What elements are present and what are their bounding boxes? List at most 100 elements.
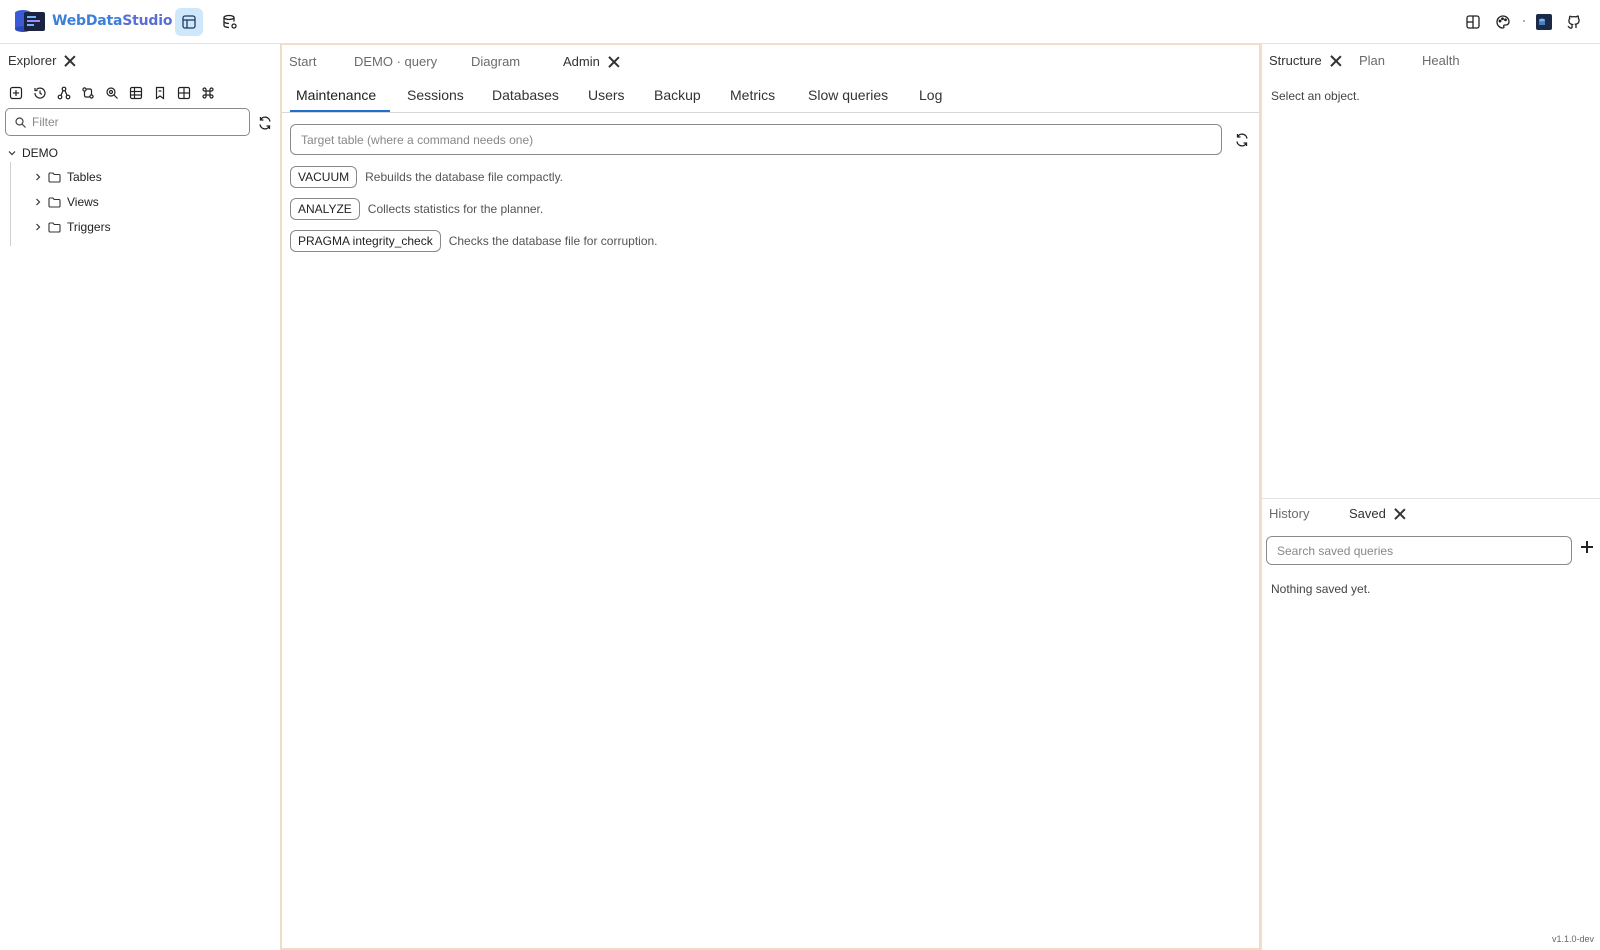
tree-item-label: Triggers	[67, 220, 111, 234]
add-icon[interactable]	[1580, 540, 1594, 554]
subtab-maintenance[interactable]: Maintenance	[296, 87, 376, 103]
saved-search-placeholder: Search saved queries	[1277, 543, 1394, 558]
tree-item-tables[interactable]: Tables	[34, 170, 102, 184]
tab-history[interactable]: History	[1269, 506, 1309, 521]
tree-item-label: Tables	[67, 170, 102, 184]
layout-button[interactable]	[1459, 8, 1487, 36]
version-label: v1.1.0-dev	[1551, 934, 1594, 944]
tab-admin[interactable]: Admin	[563, 54, 620, 69]
tab-label: Diagram	[471, 54, 521, 69]
tab-label: Saved	[1349, 506, 1386, 521]
new-connection-icon[interactable]	[8, 85, 24, 101]
tab-structure[interactable]: Structure	[1269, 53, 1342, 68]
active-tab-indicator	[290, 110, 390, 112]
tree-guide-line	[10, 162, 11, 246]
settings-search-icon[interactable]	[104, 85, 120, 101]
explorer-toolbar	[8, 85, 216, 101]
bookmark-icon[interactable]	[152, 85, 168, 101]
logo-icon	[15, 10, 45, 32]
tab-health[interactable]: Health	[1422, 53, 1460, 68]
chevron-right-icon	[36, 223, 41, 231]
analyze-button[interactable]: ANALYZE	[290, 198, 360, 220]
tab-label: Health	[1422, 53, 1460, 68]
tab-label: Start	[289, 54, 317, 69]
close-icon[interactable]	[64, 55, 76, 67]
database-settings-button[interactable]	[216, 8, 244, 36]
workspace-toggle-button[interactable]	[175, 8, 203, 36]
top-bar: WebDataStudio	[0, 0, 1600, 44]
diagram-icon[interactable]	[56, 85, 72, 101]
command-description: Rebuilds the database file compactly.	[365, 170, 564, 184]
right-panel: Structure Plan Health Select an object. …	[1261, 44, 1600, 950]
tree-root-demo[interactable]: DEMO	[8, 146, 58, 160]
search-icon	[15, 117, 26, 128]
table-icon[interactable]	[128, 85, 144, 101]
github-button[interactable]	[1560, 8, 1588, 36]
tab-start[interactable]: Start	[289, 54, 316, 69]
chevron-right-icon	[36, 173, 41, 181]
tab-diagram[interactable]: Diagram	[471, 54, 520, 69]
close-icon[interactable]	[608, 56, 620, 68]
tab-label: DEMO · query	[354, 54, 438, 69]
github-icon	[1567, 15, 1580, 29]
app-avatar-button[interactable]	[1530, 8, 1558, 36]
subtab-log[interactable]: Log	[919, 87, 942, 103]
admin-sub-tabs: Maintenance Sessions Databases Users Bac…	[282, 81, 1259, 113]
theme-button[interactable]	[1489, 8, 1517, 36]
explorer-title: Explorer	[8, 53, 57, 68]
command-description: Checks the database file for corruption.	[448, 234, 658, 248]
subtab-slow-queries[interactable]: Slow queries	[808, 87, 888, 103]
explorer-panel: Explorer Filter DEMO Tables Views Trigge…	[0, 44, 280, 950]
tree-item-views[interactable]: Views	[34, 195, 99, 209]
folder-icon	[48, 196, 61, 208]
vacuum-button[interactable]: VACUUM	[290, 166, 358, 188]
command-row: VACUUM Rebuilds the database file compac…	[290, 166, 563, 188]
explorer-tab[interactable]: Explorer	[8, 53, 76, 68]
folder-icon	[48, 171, 61, 183]
subtab-backup[interactable]: Backup	[654, 87, 701, 103]
tree-root-label: DEMO	[22, 146, 58, 160]
app-name-part1: WebData	[52, 13, 123, 29]
integrity-check-button[interactable]: PRAGMA integrity_check	[290, 230, 441, 252]
tab-saved[interactable]: Saved	[1349, 506, 1406, 521]
target-placeholder: Target table (where a command needs one)	[301, 132, 534, 147]
swap-icon[interactable]	[80, 85, 96, 101]
subtab-databases[interactable]: Databases	[492, 87, 559, 103]
command-description: Collects statistics for the planner.	[367, 202, 544, 216]
tab-label: Admin	[563, 54, 600, 69]
app-name: WebDataStudio	[52, 13, 172, 29]
database-settings-icon	[223, 14, 237, 29]
app-name-part2: Studio	[122, 13, 173, 29]
chevron-right-icon	[36, 198, 41, 206]
palette-icon	[1496, 15, 1510, 29]
tree-item-triggers[interactable]: Triggers	[34, 220, 111, 234]
refresh-icon[interactable]	[1234, 132, 1250, 148]
toolbar-separator	[1523, 20, 1525, 22]
close-icon[interactable]	[1394, 508, 1406, 520]
app-logo[interactable]: WebDataStudio	[14, 9, 172, 33]
grid-plus-icon[interactable]	[176, 85, 192, 101]
saved-empty-message: Nothing saved yet.	[1271, 582, 1371, 596]
filter-placeholder: Filter	[32, 115, 59, 129]
close-icon[interactable]	[1330, 55, 1342, 67]
subtab-users[interactable]: Users	[588, 87, 625, 103]
structure-empty-message: Select an object.	[1271, 89, 1360, 103]
tab-label: Plan	[1359, 53, 1386, 68]
explorer-filter-input[interactable]: Filter	[5, 108, 250, 136]
subtab-metrics[interactable]: Metrics	[730, 87, 775, 103]
refresh-icon[interactable]	[257, 115, 273, 131]
subtab-sessions[interactable]: Sessions	[407, 87, 464, 103]
tab-label: History	[1269, 506, 1310, 521]
history-icon[interactable]	[32, 85, 48, 101]
tab-demo-query[interactable]: DEMO · query	[354, 54, 437, 69]
command-icon[interactable]	[200, 85, 216, 101]
folder-icon	[48, 221, 61, 233]
table-layout-icon	[182, 15, 196, 29]
app-avatar-icon	[1536, 14, 1552, 30]
target-table-input[interactable]: Target table (where a command needs one)	[290, 124, 1222, 155]
tab-plan[interactable]: Plan	[1359, 53, 1385, 68]
saved-queries-search-input[interactable]: Search saved queries	[1266, 536, 1572, 565]
tab-label: Structure	[1269, 53, 1322, 68]
chevron-down-icon	[8, 151, 16, 156]
layout-icon	[1466, 15, 1480, 29]
